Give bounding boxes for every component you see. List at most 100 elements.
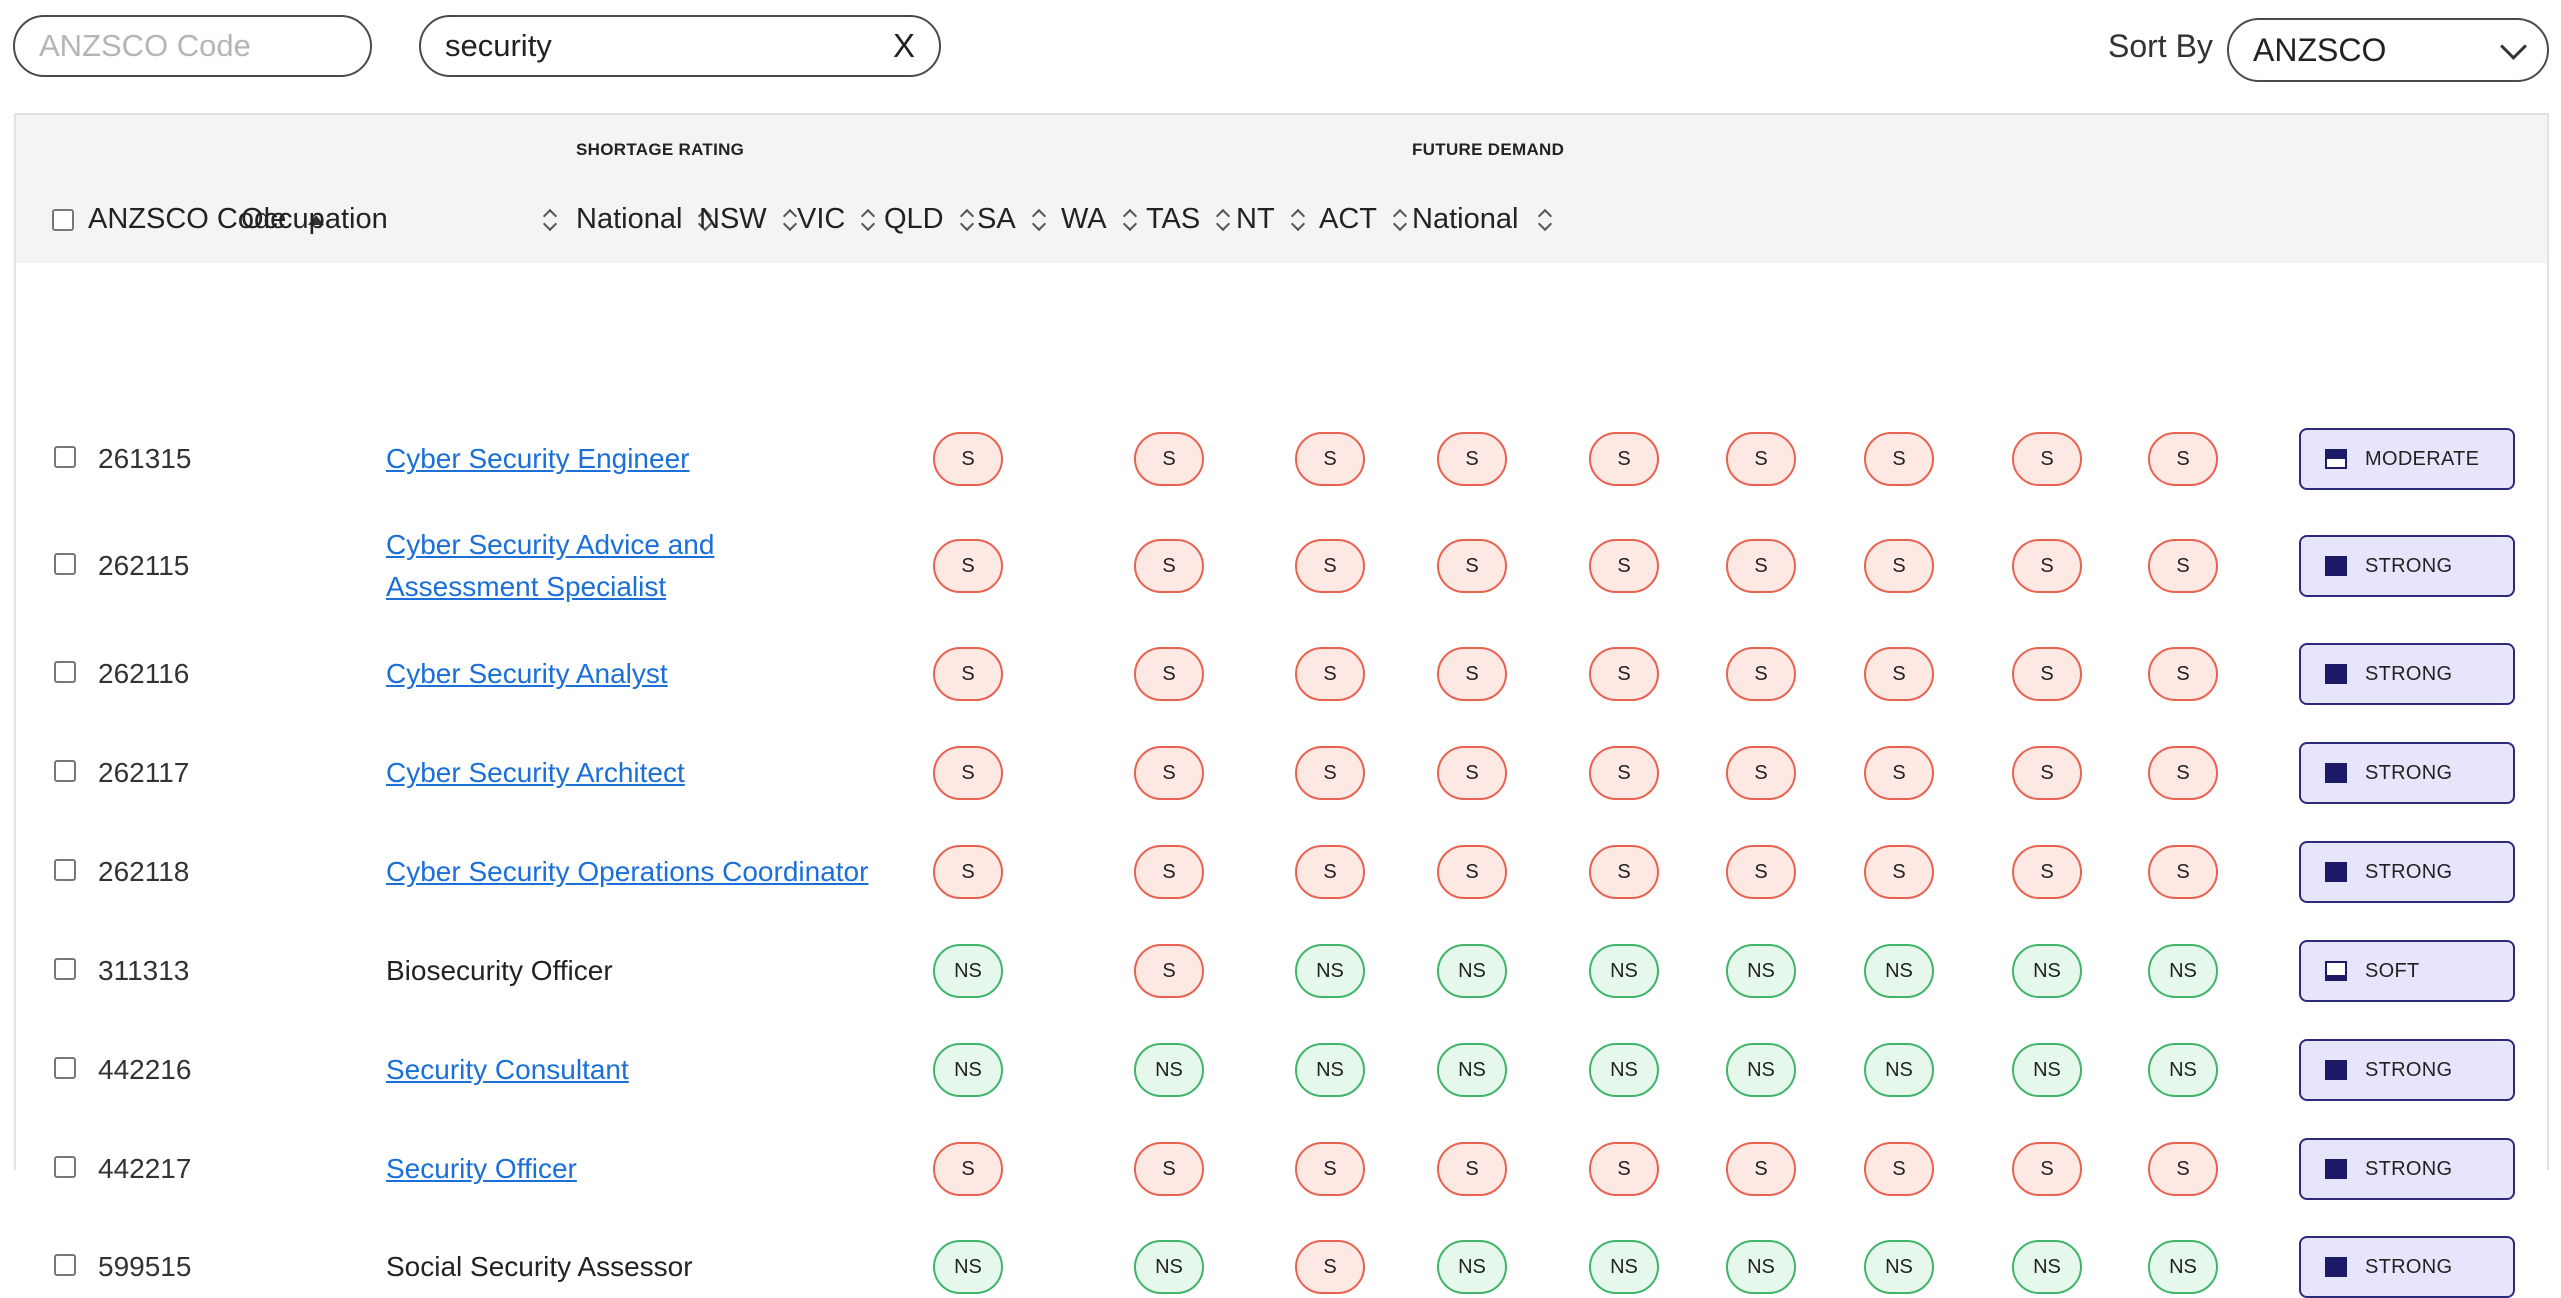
row-checkbox[interactable] xyxy=(54,958,76,980)
sort-icon[interactable] xyxy=(1538,208,1552,232)
future-demand-badge[interactable]: STRONG xyxy=(2299,742,2515,804)
future-demand-badge[interactable]: STRONG xyxy=(2299,1236,2515,1298)
shortage-badge: S xyxy=(1295,845,1365,899)
future-demand-badge[interactable]: SOFT xyxy=(2299,940,2515,1002)
shortage-badge: NS xyxy=(1437,1043,1507,1097)
shortage-badge: NS xyxy=(2148,944,2218,998)
shortage-badge: S xyxy=(1437,1142,1507,1196)
sort-icon[interactable] xyxy=(1032,208,1046,232)
shortage-badge: S xyxy=(2148,746,2218,800)
occupation-cell: Cyber Security Architect xyxy=(386,752,685,794)
row-checkbox-cell xyxy=(54,958,76,980)
shortage-badge: NS xyxy=(1589,1240,1659,1294)
row-checkbox-cell xyxy=(54,661,76,683)
row-checkbox[interactable] xyxy=(54,760,76,782)
shortage-badge: S xyxy=(1134,1142,1204,1196)
future-demand-badge[interactable]: STRONG xyxy=(2299,535,2515,597)
header-national[interactable]: National xyxy=(576,203,712,236)
shortage-badge: S xyxy=(1295,1240,1365,1294)
clear-search-button[interactable]: X xyxy=(893,27,915,65)
row-checkbox[interactable] xyxy=(54,1254,76,1276)
shortage-badge: NS xyxy=(1134,1043,1204,1097)
sort-icon[interactable] xyxy=(543,208,557,232)
occupation-cell: Cyber Security Advice and Assessment Spe… xyxy=(386,524,714,608)
future-demand-label: STRONG xyxy=(2365,761,2453,784)
shortage-badge: S xyxy=(1864,432,1934,486)
row-checkbox[interactable] xyxy=(54,1057,76,1079)
occupation-link[interactable]: Security Consultant xyxy=(386,1049,629,1091)
shortage-badge: NS xyxy=(2148,1043,2218,1097)
occupation-link-line2[interactable]: Assessment Specialist xyxy=(386,566,666,608)
demand-level-icon xyxy=(2325,1159,2347,1179)
shortage-badge: S xyxy=(1134,647,1204,701)
header-sa[interactable]: SA xyxy=(977,203,1046,236)
future-demand-badge[interactable]: MODERATE xyxy=(2299,428,2515,490)
search-value[interactable]: security xyxy=(445,28,552,64)
sort-by-select[interactable]: ANZSCO xyxy=(2227,18,2549,82)
future-demand-badge[interactable]: STRONG xyxy=(2299,643,2515,705)
row-checkbox[interactable] xyxy=(54,1156,76,1178)
occupation-link[interactable]: Cyber Security Architect xyxy=(386,752,685,794)
future-demand-label: STRONG xyxy=(2365,554,2453,577)
sort-icon[interactable] xyxy=(1291,208,1305,232)
header-future-national[interactable]: National xyxy=(1412,203,1552,236)
header-nsw[interactable]: NSW xyxy=(699,203,797,236)
shortage-badge: S xyxy=(1437,845,1507,899)
row-checkbox[interactable] xyxy=(54,553,76,575)
occupation-link[interactable]: Security Officer xyxy=(386,1148,577,1190)
header-act[interactable]: ACT xyxy=(1319,203,1407,236)
occupation-link[interactable]: Cyber Security Advice and xyxy=(386,524,714,566)
row-checkbox[interactable] xyxy=(54,446,76,468)
select-all-checkbox[interactable] xyxy=(52,208,74,231)
future-demand-group-label: FUTURE DEMAND xyxy=(1412,140,1565,159)
shortage-badge: S xyxy=(1864,539,1934,593)
occupation-link[interactable]: Cyber Security Operations Coordinator xyxy=(386,851,868,893)
future-demand-badge[interactable]: STRONG xyxy=(2299,1039,2515,1101)
row-checkbox[interactable] xyxy=(54,859,76,881)
future-demand-badge[interactable]: STRONG xyxy=(2299,841,2515,903)
row-checkbox[interactable] xyxy=(54,661,76,683)
shortage-badge: S xyxy=(933,432,1003,486)
sort-icon[interactable] xyxy=(1216,208,1230,232)
header-act-label: ACT xyxy=(1319,203,1377,235)
shortage-badge: S xyxy=(1134,944,1204,998)
occupation-link[interactable]: Cyber Security Engineer xyxy=(386,438,689,480)
sort-icon[interactable] xyxy=(783,208,797,232)
sort-selected-value: ANZSCO xyxy=(2253,31,2387,68)
shortage-badge: S xyxy=(1437,647,1507,701)
demand-level-icon xyxy=(2325,862,2347,882)
shortage-badge: NS xyxy=(1295,944,1365,998)
sort-icon[interactable] xyxy=(1123,208,1137,232)
sort-icon[interactable] xyxy=(960,208,974,232)
shortage-badge: NS xyxy=(2012,944,2082,998)
sort-icon[interactable] xyxy=(861,208,875,232)
occupation-name: Biosecurity Officer xyxy=(386,955,613,986)
shortage-badge: S xyxy=(1134,539,1204,593)
header-qld[interactable]: QLD xyxy=(884,203,974,236)
anzsco-code-input[interactable]: ANZSCO Code xyxy=(13,15,372,77)
table-header: SHORTAGE RATING FUTURE DEMAND ANZSCO Cod… xyxy=(16,115,2547,263)
shortage-badge: S xyxy=(1726,1142,1796,1196)
occupation-table: SHORTAGE RATING FUTURE DEMAND ANZSCO Cod… xyxy=(14,113,2549,1298)
header-wa[interactable]: WA xyxy=(1061,203,1137,236)
demand-level-icon xyxy=(2325,763,2347,783)
shortage-rating-group-label: SHORTAGE RATING xyxy=(576,140,745,159)
sort-icon[interactable] xyxy=(1393,208,1407,232)
future-demand-badge[interactable]: STRONG xyxy=(2299,1138,2515,1200)
header-occupation[interactable]: Occupation xyxy=(241,203,557,236)
shortage-badge: S xyxy=(2012,539,2082,593)
header-tas[interactable]: TAS xyxy=(1146,203,1230,236)
header-tas-label: TAS xyxy=(1146,203,1201,235)
demand-level-icon xyxy=(2325,556,2347,576)
shortage-badge: S xyxy=(1589,432,1659,486)
shortage-badge: S xyxy=(933,845,1003,899)
occupation-link[interactable]: Cyber Security Analyst xyxy=(386,653,668,695)
anzsco-code: 261315 xyxy=(98,443,192,474)
header-nt[interactable]: NT xyxy=(1236,203,1305,236)
header-future-national-label: National xyxy=(1412,203,1519,235)
shortage-badge: S xyxy=(1589,539,1659,593)
shortage-badge: NS xyxy=(933,1240,1003,1294)
header-vic[interactable]: VIC xyxy=(797,203,875,236)
occupation-search-input[interactable]: security X xyxy=(419,15,941,77)
future-demand-label: STRONG xyxy=(2365,1058,2453,1081)
